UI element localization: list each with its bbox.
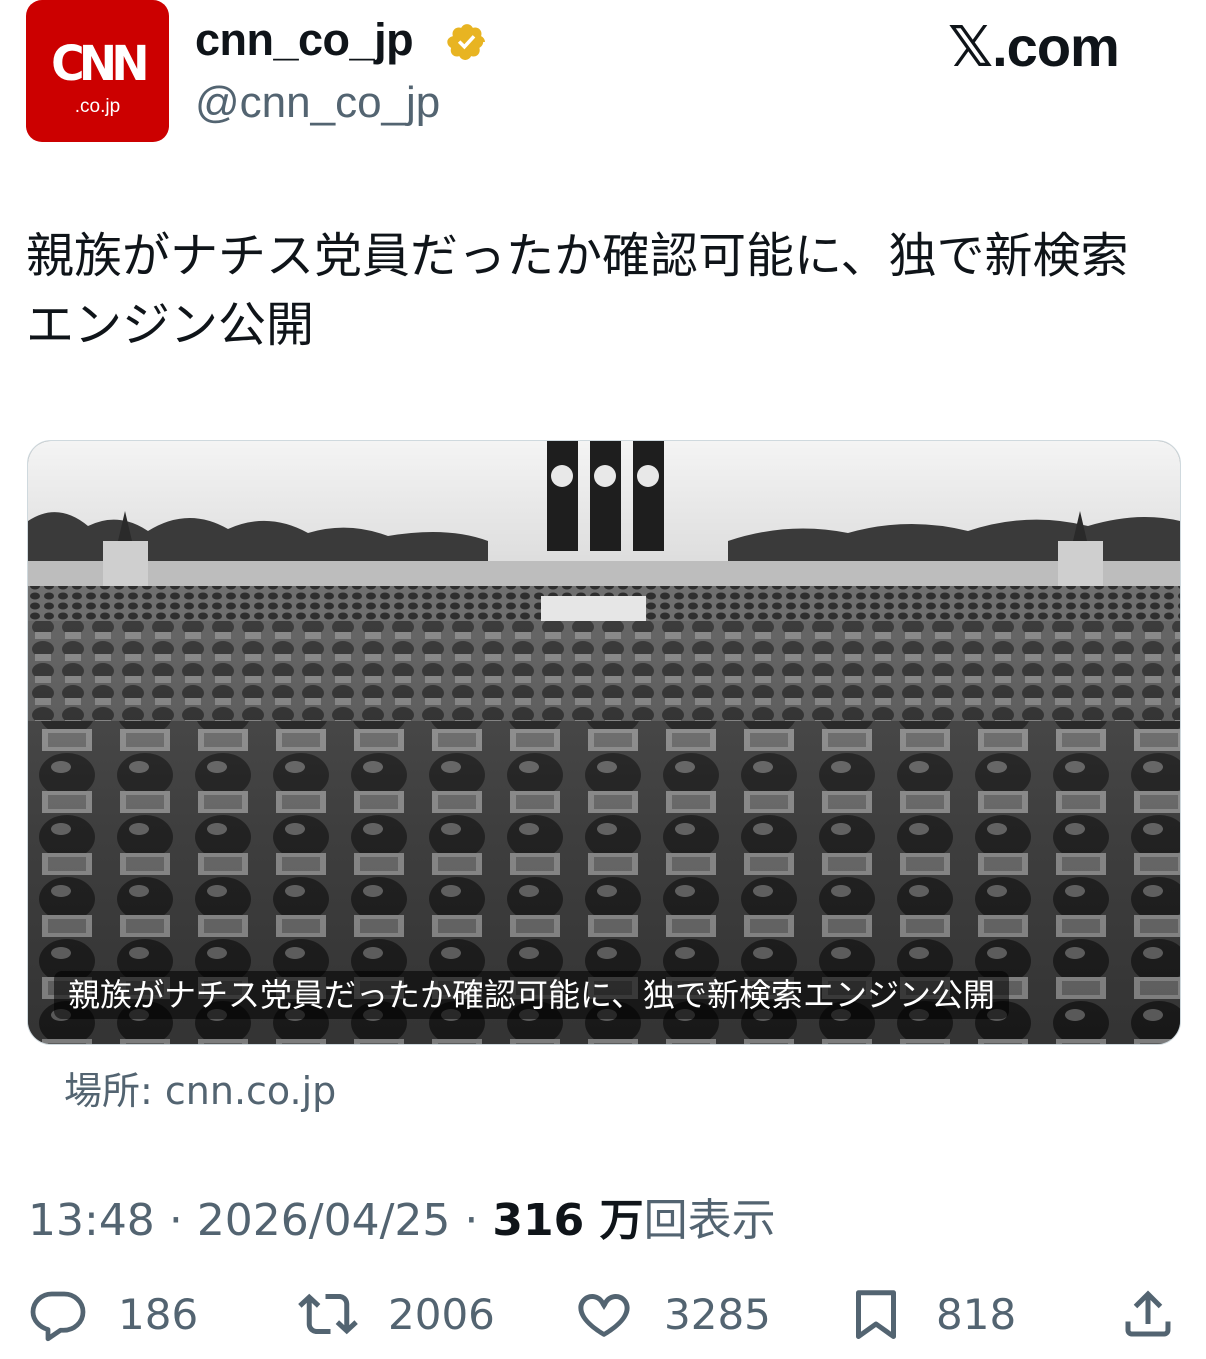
card-source[interactable]: 場所: cnn.co.jp — [64, 1060, 336, 1115]
views-count: 316 万 — [492, 1195, 644, 1246]
share-icon — [1125, 1290, 1171, 1337]
cnn-logo-subtext: .co.jp — [74, 96, 121, 117]
tweet-time: 13:48 — [28, 1195, 155, 1246]
author-handle[interactable]: @cnn_co_jp — [195, 78, 440, 128]
like-count: 3285 — [664, 1289, 771, 1339]
x-brand-logo: 𝕏.com — [948, 15, 1120, 78]
tweet-meta: 13:48 · 2026/04/25 · 316 万回表示 — [28, 1184, 776, 1248]
avatar[interactable]: CNN .co.jp — [26, 0, 169, 142]
reply-button[interactable]: 186 — [28, 1282, 198, 1346]
share-button[interactable] — [1118, 1282, 1178, 1346]
reply-count: 186 — [118, 1289, 199, 1339]
like-button[interactable]: 3285 — [574, 1282, 771, 1346]
views-label: 回表示 — [643, 1195, 776, 1246]
meta-separator: · — [464, 1195, 479, 1246]
author-display-name[interactable]: cnn_co_jp — [195, 14, 414, 66]
verified-badge-icon — [447, 24, 485, 60]
retweet-icon — [298, 1293, 358, 1335]
retweet-button[interactable]: 2006 — [298, 1282, 495, 1346]
cnn-logo-text: CNN — [51, 36, 149, 92]
tweet-date[interactable]: 2026/04/25 — [197, 1195, 451, 1246]
reply-icon — [30, 1291, 86, 1342]
rally-photo-icon — [28, 441, 1180, 1044]
meta-separator: · — [168, 1195, 183, 1246]
card-caption: 親族がナチス党員だったか確認可能に、独で新検索エンジン公開 — [54, 971, 1010, 1019]
tweet-text: 親族がナチス党員だったか確認可能に、独で新検索エンジン公開 — [26, 228, 1129, 353]
bookmark-icon — [856, 1290, 896, 1339]
bookmark-count: 818 — [936, 1289, 1017, 1339]
retweet-count: 2006 — [388, 1289, 495, 1339]
heart-icon — [578, 1294, 630, 1337]
bookmark-button[interactable]: 818 — [846, 1282, 1016, 1346]
link-card[interactable]: 親族がナチス党員だったか確認可能に、独で新検索エンジン公開 — [27, 440, 1181, 1045]
